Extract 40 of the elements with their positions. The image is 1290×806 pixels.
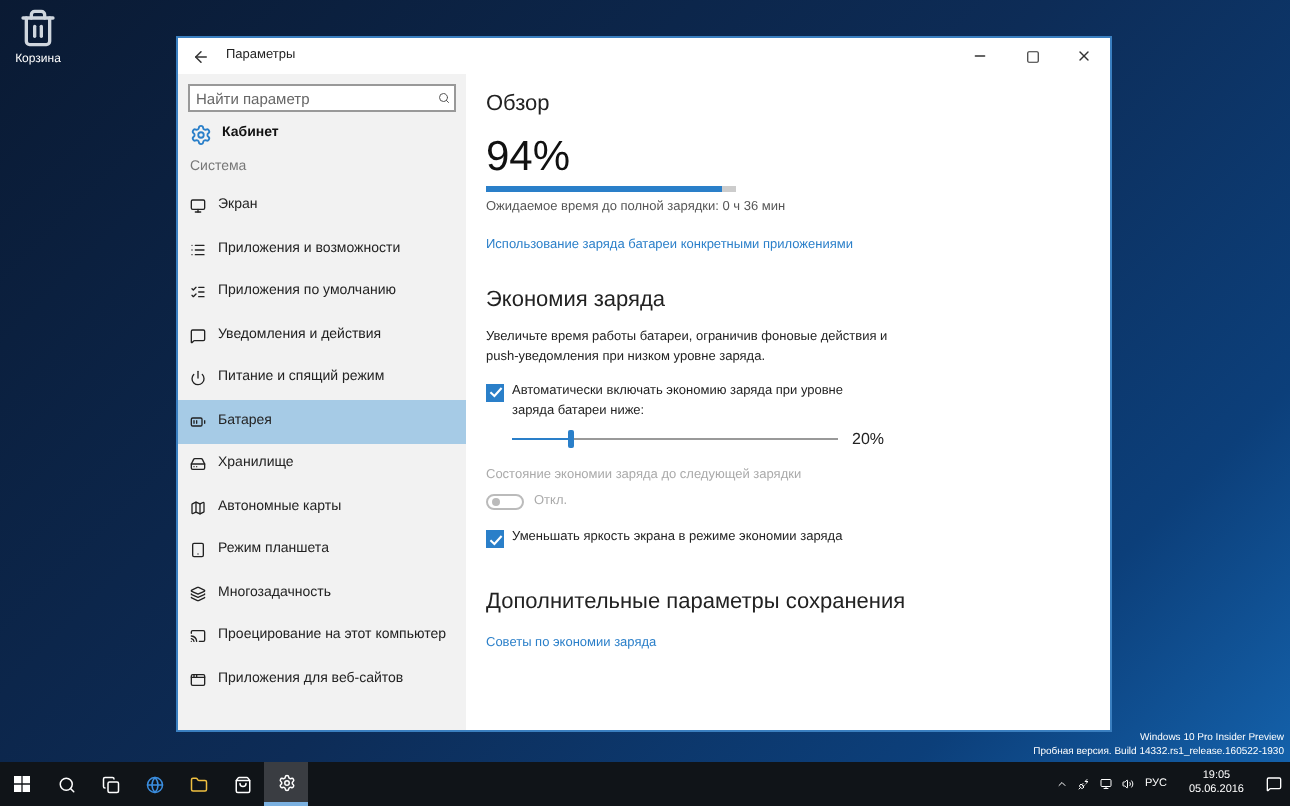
folder-icon	[189, 775, 207, 793]
battery-percent: 94%	[486, 135, 571, 177]
search-icon	[438, 92, 450, 104]
windows-logo-icon	[14, 776, 30, 792]
section-heading: Дополнительные параметры сохранения	[486, 588, 906, 618]
taskbar-button[interactable]	[264, 762, 308, 806]
section-heading: Экономия заряда	[486, 286, 666, 316]
back-arrow-icon	[191, 47, 209, 65]
list-icon	[190, 241, 206, 258]
recycle-bin-icon[interactable]	[18, 8, 58, 48]
slider-thumb[interactable]	[567, 430, 574, 448]
monitor-icon	[190, 198, 206, 215]
gear-icon	[190, 123, 212, 145]
speech-bubble-icon	[190, 327, 206, 344]
app-window-icon	[190, 671, 206, 688]
search-icon	[57, 775, 75, 793]
settings-icon	[277, 773, 295, 791]
checkbox[interactable]	[486, 530, 504, 548]
battery-icon	[190, 413, 206, 430]
section-heading: Обзор	[486, 90, 550, 120]
close-icon	[1076, 48, 1092, 64]
layers-icon	[190, 585, 206, 602]
chevron-up-icon[interactable]	[1056, 778, 1069, 790]
checkbox[interactable]	[486, 383, 504, 401]
threshold-slider[interactable]	[512, 429, 838, 449]
windows-stack-icon	[101, 775, 119, 793]
notification-icon[interactable]	[1266, 776, 1282, 792]
power-icon	[190, 370, 206, 387]
network-icon[interactable]	[1100, 778, 1113, 790]
tablet-icon	[190, 542, 206, 559]
checklist-icon	[190, 284, 206, 301]
map-icon	[190, 499, 206, 516]
cast-icon	[190, 628, 206, 645]
drive-icon	[190, 456, 206, 473]
globe-icon	[145, 775, 163, 793]
shopping-bag-icon	[233, 775, 251, 793]
maximize-icon	[1025, 49, 1039, 63]
slider-reading: 20%	[852, 427, 885, 451]
power-plug-icon[interactable]	[1078, 778, 1091, 790]
volume-icon[interactable]	[1122, 778, 1135, 790]
